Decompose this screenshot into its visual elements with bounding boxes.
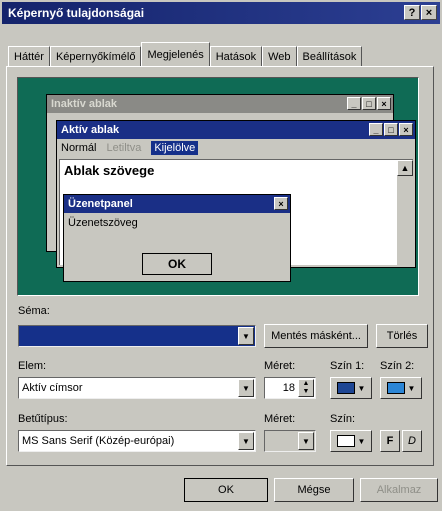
- maximize-icon: □: [362, 97, 376, 110]
- item-label: Elem:: [18, 360, 47, 372]
- message-box-title: Üzenetpanel: [68, 198, 133, 210]
- color1-label: Szín 1:: [330, 360, 365, 372]
- window-text: Ablak szövege: [64, 163, 155, 178]
- chevron-down-icon: ▼: [407, 383, 416, 393]
- display-properties-dialog: Képernyő tulajdonságai ? × Háttér Képern…: [0, 0, 442, 511]
- scroll-up-icon: ▲: [397, 160, 413, 176]
- chevron-down-icon: ▼: [357, 436, 366, 446]
- font-value: MS Sans Serif (Közép-európai): [22, 435, 175, 447]
- bold-button[interactable]: F: [380, 430, 400, 452]
- delete-button[interactable]: Törlés: [376, 324, 428, 348]
- inactive-window-titlebar: Inaktív ablak _ □ ×: [47, 95, 393, 113]
- menu-normal: Normál: [61, 142, 97, 154]
- item-size-stepper[interactable]: 18 ▲ ▼: [264, 377, 316, 399]
- help-button[interactable]: ?: [404, 5, 420, 20]
- maximize-icon: □: [384, 123, 398, 136]
- appearance-preview[interactable]: Inaktív ablak _ □ × Aktív ablak _ □ × No…: [17, 77, 419, 296]
- chevron-down-icon: ▼: [357, 383, 366, 393]
- tab-web[interactable]: Web: [262, 46, 297, 66]
- inactive-window-title: Inaktív ablak: [51, 98, 118, 110]
- minimize-icon: _: [369, 123, 383, 136]
- ok-button[interactable]: OK: [184, 478, 268, 502]
- tab-strip: Háttér Képernyőkímélő Megjelenés Hatások…: [8, 42, 363, 66]
- apply-button[interactable]: Alkalmaz: [360, 478, 438, 502]
- tab-screensaver[interactable]: Képernyőkímélő: [49, 46, 142, 66]
- message-box: Üzenetpanel × Üzenetszöveg OK: [63, 194, 291, 282]
- item-size-value: 18: [282, 382, 295, 394]
- scheme-label: Séma:: [18, 305, 50, 317]
- title-bar: Képernyő tulajdonságai ? ×: [2, 2, 440, 24]
- message-box-ok-button: OK: [142, 253, 212, 275]
- preview-menu-bar: Normál Letiltva Kijelölve: [57, 139, 415, 157]
- item-value: Aktív címsor: [22, 382, 83, 394]
- tab-background[interactable]: Háttér: [8, 46, 50, 66]
- chevron-down-icon[interactable]: ▼: [298, 432, 314, 450]
- font-label: Betűtípus:: [18, 413, 68, 425]
- chevron-down-icon[interactable]: ▼: [238, 379, 254, 397]
- chevron-down-icon[interactable]: ▼: [238, 327, 254, 345]
- font-size-dropdown[interactable]: ▼: [264, 430, 316, 452]
- font-color-button[interactable]: ▼: [330, 430, 372, 452]
- scheme-dropdown[interactable]: ▼: [18, 325, 256, 347]
- preview-scrollbar: ▲: [397, 160, 413, 265]
- active-window-titlebar: Aktív ablak _ □ ×: [57, 121, 415, 139]
- menu-selected: Kijelölve: [151, 141, 199, 155]
- window-title: Képernyő tulajdonságai: [8, 6, 145, 20]
- tab-appearance[interactable]: Megjelenés: [141, 42, 210, 66]
- color2-button[interactable]: ▼: [380, 377, 422, 399]
- font-size-label: Méret:: [264, 413, 296, 425]
- color2-label: Szín 2:: [380, 360, 415, 372]
- menu-disabled: Letiltva: [106, 142, 142, 154]
- item-dropdown[interactable]: Aktív címsor ▼: [18, 377, 256, 399]
- font-dropdown[interactable]: MS Sans Serif (Közép-európai) ▼: [18, 430, 256, 452]
- cancel-button[interactable]: Mégse: [274, 478, 354, 502]
- save-as-button[interactable]: Mentés másként...: [264, 324, 368, 348]
- close-icon: ×: [377, 97, 391, 110]
- message-box-titlebar: Üzenetpanel ×: [64, 195, 290, 213]
- close-icon: ×: [399, 123, 413, 136]
- color2-swatch: [386, 382, 405, 394]
- font-color-swatch: [336, 435, 355, 447]
- tab-effects[interactable]: Hatások: [209, 46, 263, 66]
- spin-icon[interactable]: ▲ ▼: [298, 379, 314, 397]
- color1-button[interactable]: ▼: [330, 377, 372, 399]
- message-box-text: Üzenetszöveg: [68, 217, 138, 229]
- italic-button[interactable]: D: [402, 430, 422, 452]
- chevron-down-icon[interactable]: ▼: [238, 432, 254, 450]
- active-window-title: Aktív ablak: [61, 124, 120, 136]
- close-button[interactable]: ×: [421, 5, 437, 20]
- minimize-icon: _: [347, 97, 361, 110]
- color1-swatch: [336, 382, 355, 394]
- tab-settings[interactable]: Beállítások: [296, 46, 363, 66]
- item-size-label: Méret:: [264, 360, 296, 372]
- close-icon: ×: [274, 197, 288, 210]
- font-color-label: Szín:: [330, 413, 356, 425]
